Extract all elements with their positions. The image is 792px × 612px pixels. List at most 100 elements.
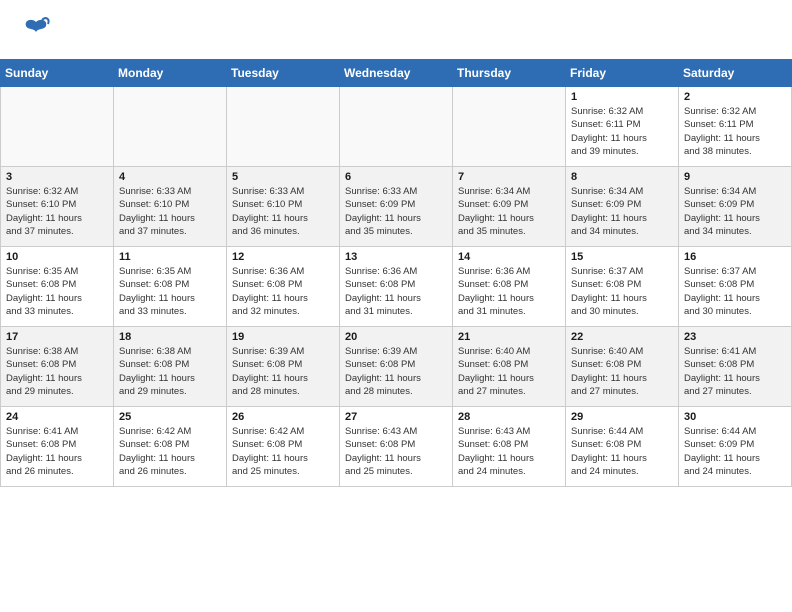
day-info: Sunrise: 6:32 AMSunset: 6:10 PMDaylight:… xyxy=(6,185,108,238)
calendar-cell: 12Sunrise: 6:36 AMSunset: 6:08 PMDayligh… xyxy=(227,247,340,327)
day-number: 4 xyxy=(119,171,221,183)
day-info: Sunrise: 6:33 AMSunset: 6:10 PMDaylight:… xyxy=(232,185,334,238)
calendar-cell: 19 Sunrise: 6:39 AMSunset: 6:08 PMDayligh… xyxy=(227,327,340,407)
day-info: Sunrise: 6:35 AMSunset: 6:08 PMDaylight:… xyxy=(119,265,221,318)
calendar-cell: 28Sunrise: 6:43 AMSunset: 6:08 PMDayligh… xyxy=(453,407,566,487)
weekday-header-thursday: Thursday xyxy=(453,60,566,87)
calendar-week-1: 1 Sunrise: 6:32 AMSunset: 6:11 PMDaylight… xyxy=(1,87,792,167)
calendar-cell: 16Sunrise: 6:37 AMSunset: 6:08 PMDayligh… xyxy=(679,247,792,327)
calendar-cell: 8 Sunrise: 6:34 AMSunset: 6:09 PMDaylight… xyxy=(566,167,679,247)
calendar-cell: 13 Sunrise: 6:36 AMSunset: 6:08 PMDayligh… xyxy=(340,247,453,327)
day-number: 7 xyxy=(458,171,560,183)
day-info: Sunrise: 6:43 AMSunset: 6:08 PMDaylight:… xyxy=(458,425,560,478)
day-number: 21 xyxy=(458,331,560,343)
calendar-table: SundayMondayTuesdayWednesdayThursdayFrid… xyxy=(0,59,792,487)
day-number: 25 xyxy=(119,411,221,423)
day-number: 3 xyxy=(6,171,108,183)
day-number: 11 xyxy=(119,251,221,263)
day-number: 27 xyxy=(345,411,447,423)
day-info: Sunrise: 6:41 AMSunset: 6:08 PMDaylight:… xyxy=(6,425,108,478)
day-number: 15 xyxy=(571,251,673,263)
day-number: 19 xyxy=(232,331,334,343)
weekday-header-saturday: Saturday xyxy=(679,60,792,87)
day-number: 24 xyxy=(6,411,108,423)
day-info: Sunrise: 6:42 AMSunset: 6:08 PMDaylight:… xyxy=(119,425,221,478)
day-info: Sunrise: 6:38 AMSunset: 6:08 PMDaylight:… xyxy=(6,345,108,398)
day-number: 2 xyxy=(684,91,786,103)
logo xyxy=(20,16,50,51)
calendar-cell: 4 Sunrise: 6:33 AMSunset: 6:10 PMDaylight… xyxy=(114,167,227,247)
day-info: Sunrise: 6:38 AMSunset: 6:08 PMDaylight:… xyxy=(119,345,221,398)
calendar-cell: 9 Sunrise: 6:34 AMSunset: 6:09 PMDaylight… xyxy=(679,167,792,247)
calendar-cell: 7 Sunrise: 6:34 AMSunset: 6:09 PMDaylight… xyxy=(453,167,566,247)
calendar-week-2: 3 Sunrise: 6:32 AMSunset: 6:10 PMDaylight… xyxy=(1,167,792,247)
calendar-cell: 22 Sunrise: 6:40 AMSunset: 6:08 PMDayligh… xyxy=(566,327,679,407)
day-info: Sunrise: 6:34 AMSunset: 6:09 PMDaylight:… xyxy=(684,185,786,238)
day-info: Sunrise: 6:36 AMSunset: 6:08 PMDaylight:… xyxy=(458,265,560,318)
day-info: Sunrise: 6:35 AMSunset: 6:08 PMDaylight:… xyxy=(6,265,108,318)
calendar-cell: 27 Sunrise: 6:43 AMSunset: 6:08 PMDayligh… xyxy=(340,407,453,487)
calendar-week-3: 10 Sunrise: 6:35 AMSunset: 6:08 PMDayligh… xyxy=(1,247,792,327)
calendar-cell: 30Sunrise: 6:44 AMSunset: 6:09 PMDayligh… xyxy=(679,407,792,487)
weekday-header-monday: Monday xyxy=(114,60,227,87)
day-number: 18 xyxy=(119,331,221,343)
page-header xyxy=(0,0,792,59)
calendar-cell: 18 Sunrise: 6:38 AMSunset: 6:08 PMDayligh… xyxy=(114,327,227,407)
calendar-cell xyxy=(453,87,566,167)
day-number: 8 xyxy=(571,171,673,183)
day-info: Sunrise: 6:43 AMSunset: 6:08 PMDaylight:… xyxy=(345,425,447,478)
day-info: Sunrise: 6:34 AMSunset: 6:09 PMDaylight:… xyxy=(458,185,560,238)
day-number: 10 xyxy=(6,251,108,263)
calendar-cell: 20 Sunrise: 6:39 AMSunset: 6:08 PMDayligh… xyxy=(340,327,453,407)
day-info: Sunrise: 6:42 AMSunset: 6:08 PMDaylight:… xyxy=(232,425,334,478)
calendar-cell: 21 Sunrise: 6:40 AMSunset: 6:08 PMDayligh… xyxy=(453,327,566,407)
day-number: 20 xyxy=(345,331,447,343)
day-number: 16 xyxy=(684,251,786,263)
calendar-cell: 23 Sunrise: 6:41 AMSunset: 6:08 PMDayligh… xyxy=(679,327,792,407)
calendar-cell: 29Sunrise: 6:44 AMSunset: 6:08 PMDayligh… xyxy=(566,407,679,487)
day-info: Sunrise: 6:32 AMSunset: 6:11 PMDaylight:… xyxy=(571,105,673,158)
day-number: 13 xyxy=(345,251,447,263)
day-info: Sunrise: 6:36 AMSunset: 6:08 PMDaylight:… xyxy=(232,265,334,318)
day-info: Sunrise: 6:33 AMSunset: 6:09 PMDaylight:… xyxy=(345,185,447,238)
weekday-header-row: SundayMondayTuesdayWednesdayThursdayFrid… xyxy=(1,60,792,87)
calendar-cell xyxy=(340,87,453,167)
day-info: Sunrise: 6:44 AMSunset: 6:08 PMDaylight:… xyxy=(571,425,673,478)
weekday-header-sunday: Sunday xyxy=(1,60,114,87)
weekday-header-tuesday: Tuesday xyxy=(227,60,340,87)
day-number: 22 xyxy=(571,331,673,343)
day-info: Sunrise: 6:34 AMSunset: 6:09 PMDaylight:… xyxy=(571,185,673,238)
day-number: 6 xyxy=(345,171,447,183)
day-number: 17 xyxy=(6,331,108,343)
day-info: Sunrise: 6:40 AMSunset: 6:08 PMDaylight:… xyxy=(458,345,560,398)
calendar-cell: 15Sunrise: 6:37 AMSunset: 6:08 PMDayligh… xyxy=(566,247,679,327)
day-info: Sunrise: 6:36 AMSunset: 6:08 PMDaylight:… xyxy=(345,265,447,318)
calendar-cell: 10 Sunrise: 6:35 AMSunset: 6:08 PMDayligh… xyxy=(1,247,114,327)
calendar-cell: 3 Sunrise: 6:32 AMSunset: 6:10 PMDaylight… xyxy=(1,167,114,247)
calendar-cell: 1 Sunrise: 6:32 AMSunset: 6:11 PMDaylight… xyxy=(566,87,679,167)
day-info: Sunrise: 6:40 AMSunset: 6:08 PMDaylight:… xyxy=(571,345,673,398)
calendar-cell: 25 Sunrise: 6:42 AMSunset: 6:08 PMDayligh… xyxy=(114,407,227,487)
calendar-cell xyxy=(1,87,114,167)
weekday-header-wednesday: Wednesday xyxy=(340,60,453,87)
day-number: 5 xyxy=(232,171,334,183)
calendar-week-5: 24 Sunrise: 6:41 AMSunset: 6:08 PMDayligh… xyxy=(1,407,792,487)
day-number: 23 xyxy=(684,331,786,343)
calendar-cell: 6 Sunrise: 6:33 AMSunset: 6:09 PMDaylight… xyxy=(340,167,453,247)
day-number: 9 xyxy=(684,171,786,183)
calendar-week-4: 17 Sunrise: 6:38 AMSunset: 6:08 PMDayligh… xyxy=(1,327,792,407)
day-info: Sunrise: 6:39 AMSunset: 6:08 PMDaylight:… xyxy=(232,345,334,398)
weekday-header-friday: Friday xyxy=(566,60,679,87)
day-info: Sunrise: 6:39 AMSunset: 6:08 PMDaylight:… xyxy=(345,345,447,398)
day-info: Sunrise: 6:32 AMSunset: 6:11 PMDaylight:… xyxy=(684,105,786,158)
calendar-cell xyxy=(227,87,340,167)
logo-bird-icon xyxy=(22,16,50,51)
calendar-cell: 5 Sunrise: 6:33 AMSunset: 6:10 PMDaylight… xyxy=(227,167,340,247)
calendar-cell: 2 Sunrise: 6:32 AMSunset: 6:11 PMDaylight… xyxy=(679,87,792,167)
day-info: Sunrise: 6:41 AMSunset: 6:08 PMDaylight:… xyxy=(684,345,786,398)
day-info: Sunrise: 6:33 AMSunset: 6:10 PMDaylight:… xyxy=(119,185,221,238)
calendar-cell: 17 Sunrise: 6:38 AMSunset: 6:08 PMDayligh… xyxy=(1,327,114,407)
day-number: 1 xyxy=(571,91,673,103)
calendar-cell: 24 Sunrise: 6:41 AMSunset: 6:08 PMDayligh… xyxy=(1,407,114,487)
calendar-cell: 14Sunrise: 6:36 AMSunset: 6:08 PMDayligh… xyxy=(453,247,566,327)
